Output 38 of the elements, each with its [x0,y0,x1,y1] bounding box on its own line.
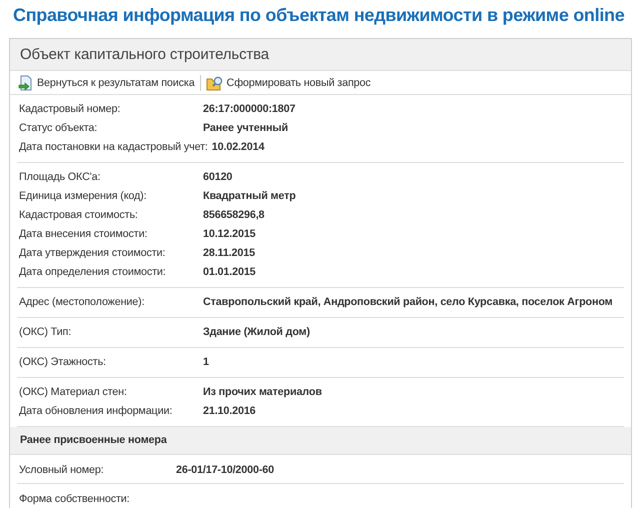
field-value: Ранее учтенный [203,122,288,134]
field-label: (ОКС) Тип: [19,326,72,338]
field-label: Единица измерения (код): [19,190,148,202]
field-value: 01.01.2015 [203,266,256,278]
field-label: Адрес (местоположение): [19,296,146,308]
field-value: 28.11.2015 [203,246,255,258]
section-heading: Ранее присвоенные номера [10,427,631,455]
field-label: Дата утверждения стоимости: [19,246,166,258]
toolbar-button[interactable]: Сформировать новый запрос [202,72,374,92]
field-value: 856658296,8 [203,208,264,220]
page-title: Справочная информация по объектам недвижимости в режиме online [12,4,626,27]
field-value: 10.02.2014 [212,140,264,152]
document-arrow-icon [18,74,34,90]
field-label: Дата внесения стоимости: [19,228,148,240]
folder-magnifier-icon [206,74,224,90]
field-value: Здание (Жилой дом) [203,326,310,338]
field-label: Форма собственности: [19,492,130,504]
toolbar-button[interactable]: Вернуться к результатам поиска [15,72,198,92]
field-value: 10.12.2015 [203,228,256,240]
field-label: Дата постановки на кадастровый учет: [19,140,209,152]
field-value: 26:17:000000:1807 [203,102,296,114]
field-value: 1 [203,356,209,368]
panel-heading: Объект капитального строительства [10,39,631,71]
field-value: Ставропольский край, Андроповский район, село Курсавка, поселок Агроном [203,296,613,308]
field-label: Дата определения стоимости: [19,266,167,278]
field-label: (ОКС) Этажность: [19,356,107,368]
field-label: Площадь ОКС'а: [19,170,102,182]
field-label: Статус объекта: [19,122,98,134]
field-value: Квадратный метр [203,190,296,202]
field-label: Условный номер: [19,464,105,476]
field-value: 60120 [203,170,232,182]
field-label: Кадастровая стоимость: [19,208,139,220]
field-label: (ОКС) Материал стен: [19,386,128,398]
field-value: 21.10.2016 [203,404,256,416]
field-label: Дата обновления информации: [19,404,174,416]
field-value: 26-01/17-10/2000-60 [176,464,274,476]
field-value: Из прочих материалов [203,386,322,398]
field-label: Кадастровый номер: [19,102,122,114]
